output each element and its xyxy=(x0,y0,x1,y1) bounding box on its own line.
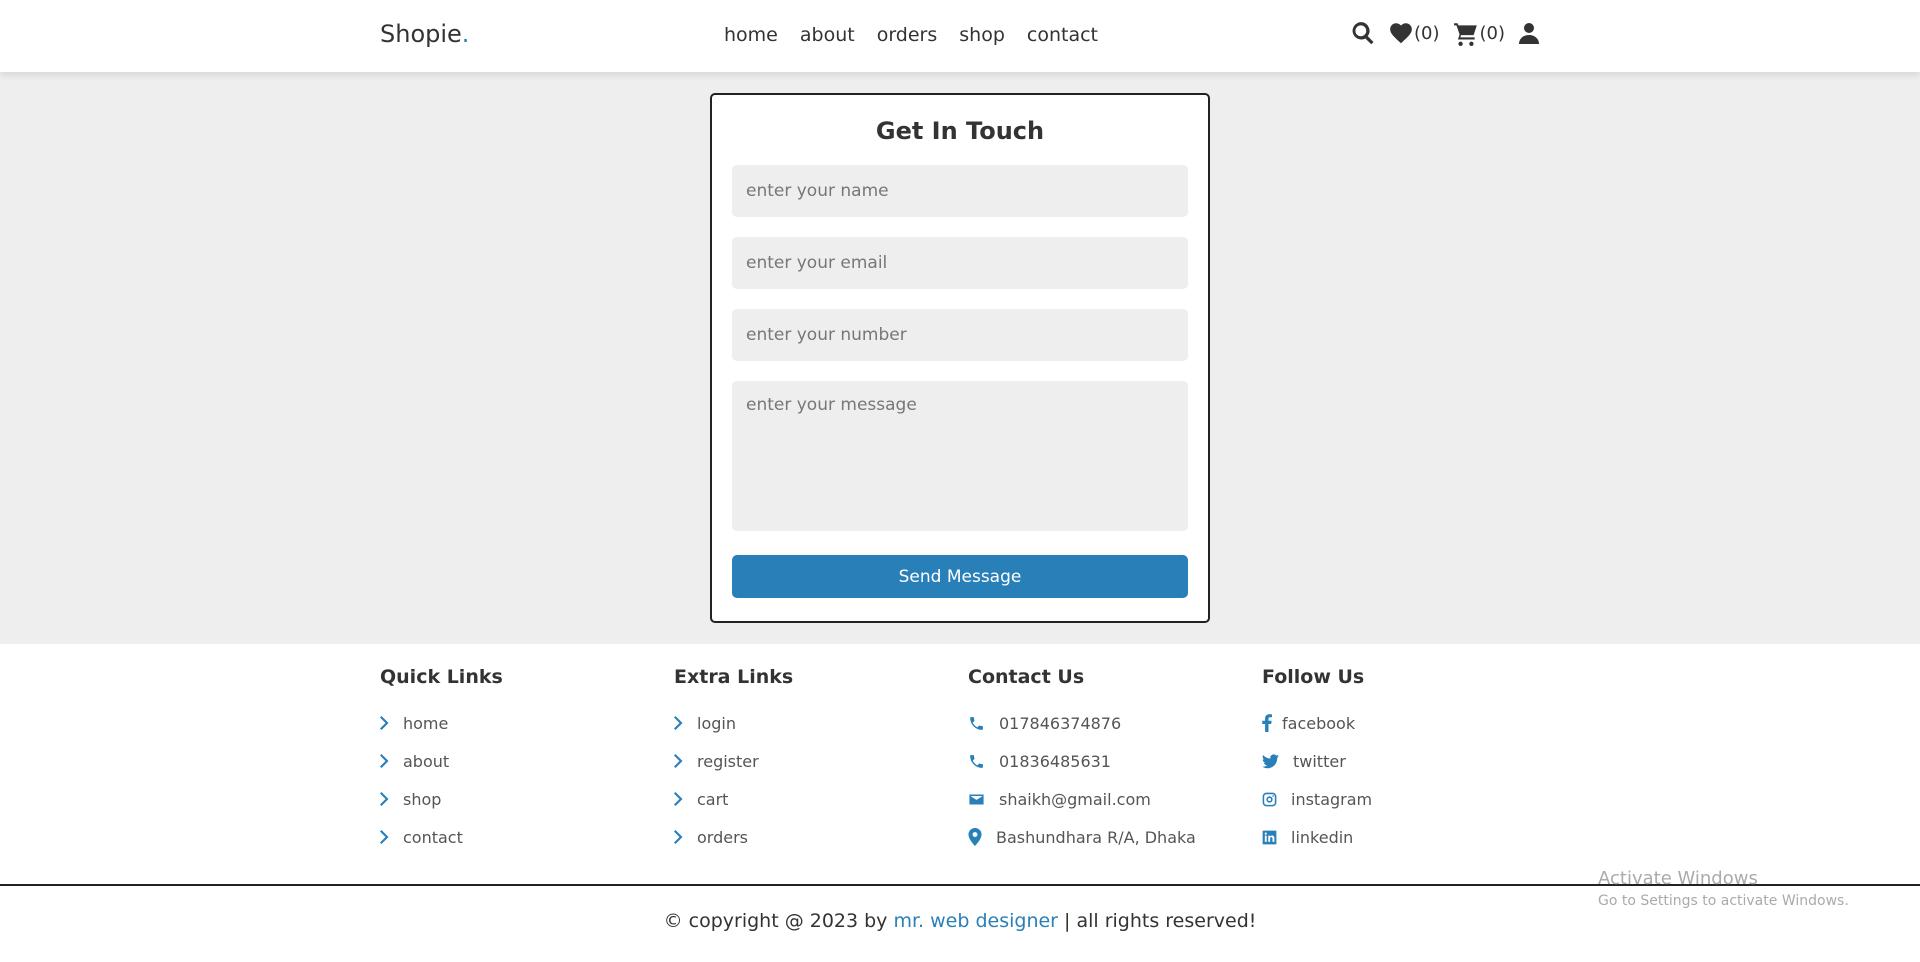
contact-us-title: Contact Us xyxy=(968,666,1085,688)
extra-links-title: Extra Links xyxy=(674,666,794,688)
phone-icon xyxy=(970,754,983,768)
link-label: register xyxy=(697,751,759,771)
contact-section: Get In Touch Send Message xyxy=(0,72,1920,644)
contact-email[interactable]: shaikh@gmail.com xyxy=(968,780,1196,818)
extra-link-orders[interactable]: orders xyxy=(674,818,793,856)
chevron-right-icon xyxy=(674,830,683,844)
copyright-prefix: © copyright @ 2023 by xyxy=(663,910,894,932)
footer: Quick Links home about shop contact Extr… xyxy=(0,644,1920,884)
contact-label: Bashundhara R/A, Dhaka xyxy=(996,827,1196,847)
contact-phone-1[interactable]: 017846374876 xyxy=(968,704,1196,742)
number-input[interactable] xyxy=(732,309,1188,361)
chevron-right-icon xyxy=(380,792,389,806)
facebook-icon xyxy=(1262,714,1272,732)
nav-contact[interactable]: contact xyxy=(1027,24,1098,46)
chevron-right-icon xyxy=(380,830,389,844)
chevron-right-icon xyxy=(674,716,683,730)
contact-label: 01836485631 xyxy=(999,751,1111,771)
social-linkedin[interactable]: linkedin xyxy=(1262,818,1372,856)
chevron-right-icon xyxy=(380,716,389,730)
quick-link-about[interactable]: about xyxy=(380,742,503,780)
contact-form: Get In Touch Send Message xyxy=(710,93,1210,623)
follow-us-column: Follow Us facebook twitter instagram lin… xyxy=(1262,666,1372,856)
link-label: shop xyxy=(403,789,442,809)
email-input[interactable] xyxy=(732,237,1188,289)
chevron-right-icon xyxy=(674,754,683,768)
contact-label: 017846374876 xyxy=(999,713,1122,733)
quick-link-shop[interactable]: shop xyxy=(380,780,503,818)
link-label: home xyxy=(403,713,449,733)
link-label: cart xyxy=(697,789,729,809)
social-label: facebook xyxy=(1282,713,1356,733)
watermark-line-1: Activate Windows xyxy=(1598,868,1758,889)
follow-us-title: Follow Us xyxy=(1262,666,1365,688)
windows-activation-watermark: Activate Windows Go to Settings to activ… xyxy=(1598,868,1849,909)
nav-orders[interactable]: orders xyxy=(877,24,938,46)
extra-link-cart[interactable]: cart xyxy=(674,780,793,818)
envelope-icon xyxy=(969,794,984,804)
nav-shop[interactable]: shop xyxy=(959,24,1005,46)
cart-button[interactable]: (0) xyxy=(1452,20,1506,46)
search-icon xyxy=(1352,22,1374,45)
social-instagram[interactable]: instagram xyxy=(1262,780,1372,818)
chevron-right-icon xyxy=(380,754,389,768)
main-nav: home about orders shop contact xyxy=(724,24,1098,46)
cart-count: (0) xyxy=(1479,22,1506,44)
quick-link-contact[interactable]: contact xyxy=(380,818,503,856)
watermark-line-2: Go to Settings to activate Windows. xyxy=(1598,893,1849,909)
chevron-right-icon xyxy=(674,792,683,806)
link-label: about xyxy=(403,751,450,771)
logo[interactable]: Shopie. xyxy=(380,20,469,48)
twitter-icon xyxy=(1262,753,1279,768)
link-label: orders xyxy=(697,827,748,847)
social-label: linkedin xyxy=(1291,827,1354,847)
header-icons: (0) (0) xyxy=(1350,20,1541,46)
linkedin-icon xyxy=(1262,830,1277,844)
instagram-icon xyxy=(1262,792,1277,806)
nav-home[interactable]: home xyxy=(724,24,778,46)
contact-phone-2[interactable]: 01836485631 xyxy=(968,742,1196,780)
send-message-button[interactable]: Send Message xyxy=(732,555,1188,598)
search-button[interactable] xyxy=(1350,20,1376,46)
nav-about[interactable]: about xyxy=(800,24,855,46)
contact-label: shaikh@gmail.com xyxy=(999,789,1151,809)
author-link[interactable]: mr. web designer xyxy=(893,910,1058,932)
extra-link-register[interactable]: register xyxy=(674,742,793,780)
social-label: instagram xyxy=(1291,789,1373,809)
copyright: © copyright @ 2023 by mr. web designer |… xyxy=(0,910,1920,932)
link-label: contact xyxy=(403,827,463,847)
quick-links-column: Quick Links home about shop contact xyxy=(380,666,503,856)
form-title: Get In Touch xyxy=(875,117,1045,145)
social-facebook[interactable]: facebook xyxy=(1262,704,1372,742)
extra-links-column: Extra Links login register cart orders xyxy=(674,666,793,856)
wishlist-count: (0) xyxy=(1414,22,1440,44)
contact-address[interactable]: Bashundhara R/A, Dhaka xyxy=(968,818,1196,856)
map-marker-icon xyxy=(968,828,982,846)
social-twitter[interactable]: twitter xyxy=(1262,742,1372,780)
quick-links-title: Quick Links xyxy=(380,666,503,688)
social-label: twitter xyxy=(1293,751,1346,771)
logo-dot: . xyxy=(461,20,470,48)
cart-icon xyxy=(1453,23,1477,46)
link-label: login xyxy=(697,713,736,733)
wishlist-button[interactable]: (0) xyxy=(1388,20,1440,46)
heart-icon xyxy=(1390,23,1412,44)
copyright-suffix: | all rights reserved! xyxy=(1057,910,1257,932)
user-button[interactable] xyxy=(1517,20,1541,46)
header: Shopie. home about orders shop contact (… xyxy=(0,0,1920,72)
phone-icon xyxy=(970,716,983,730)
message-textarea[interactable] xyxy=(732,381,1188,531)
user-icon xyxy=(1519,23,1539,44)
logo-text: Shopie xyxy=(380,20,462,48)
contact-us-column: Contact Us 017846374876 01836485631 shai… xyxy=(968,666,1196,856)
quick-link-home[interactable]: home xyxy=(380,704,503,742)
extra-link-login[interactable]: login xyxy=(674,704,793,742)
name-input[interactable] xyxy=(732,165,1188,217)
